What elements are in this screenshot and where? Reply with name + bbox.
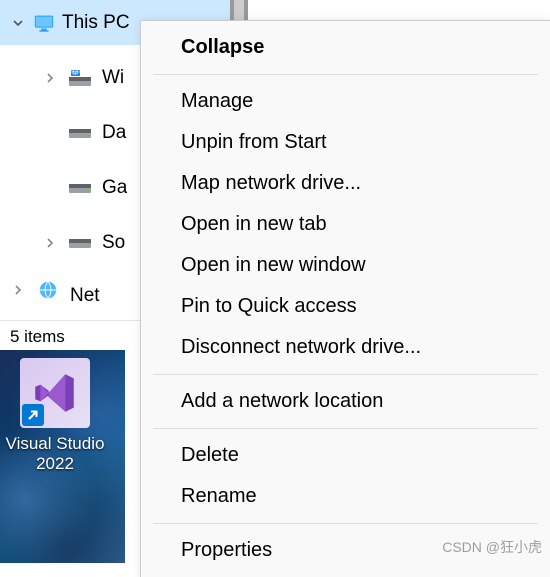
- monitor-icon: [32, 11, 56, 35]
- menu-map-drive[interactable]: Map network drive...: [141, 163, 550, 204]
- chevron-down-icon[interactable]: [10, 15, 26, 31]
- menu-add-network[interactable]: Add a network location: [141, 381, 550, 422]
- menu-separator: [153, 374, 538, 375]
- tree-item-label: Wi: [102, 67, 124, 89]
- menu-separator: [153, 74, 538, 75]
- shortcut-label: Visual Studio 2022: [0, 434, 110, 475]
- tree-item-label: So: [102, 232, 125, 254]
- chevron-right-icon[interactable]: [10, 282, 26, 298]
- status-text: 5 items: [10, 327, 65, 346]
- menu-pin-quick[interactable]: Pin to Quick access: [141, 286, 550, 327]
- spacer: [42, 125, 58, 141]
- tree-item-label: Net: [70, 285, 100, 305]
- network-icon: [36, 278, 60, 302]
- drive-icon: [68, 66, 92, 90]
- menu-manage[interactable]: Manage: [141, 81, 550, 122]
- shortcut-arrow-icon: [22, 404, 44, 426]
- tree-item-label: Ga: [102, 177, 127, 199]
- visual-studio-icon: [20, 358, 90, 428]
- menu-separator: [153, 523, 538, 524]
- desktop-shortcut[interactable]: Visual Studio 2022: [0, 358, 110, 475]
- tree-item-label: Da: [102, 122, 126, 144]
- context-menu: Collapse Manage Unpin from Start Map net…: [140, 20, 550, 577]
- menu-disconnect-drive[interactable]: Disconnect network drive...: [141, 327, 550, 368]
- menu-separator: [153, 428, 538, 429]
- chevron-right-icon[interactable]: [42, 235, 58, 251]
- menu-collapse[interactable]: Collapse: [141, 27, 550, 68]
- watermark: CSDN @狂小虎: [442, 537, 542, 557]
- tree-item-label: This PC: [62, 12, 130, 34]
- desktop-background: Visual Studio 2022: [0, 350, 125, 563]
- drive-icon: [68, 176, 92, 200]
- menu-delete[interactable]: Delete: [141, 435, 550, 476]
- menu-open-window[interactable]: Open in new window: [141, 245, 550, 286]
- menu-open-tab[interactable]: Open in new tab: [141, 204, 550, 245]
- drive-icon: [68, 121, 92, 145]
- drive-icon: [68, 231, 92, 255]
- menu-unpin-start[interactable]: Unpin from Start: [141, 122, 550, 163]
- pane-splitter[interactable]: [230, 0, 248, 20]
- menu-rename[interactable]: Rename: [141, 476, 550, 517]
- spacer: [42, 180, 58, 196]
- chevron-right-icon[interactable]: [42, 70, 58, 86]
